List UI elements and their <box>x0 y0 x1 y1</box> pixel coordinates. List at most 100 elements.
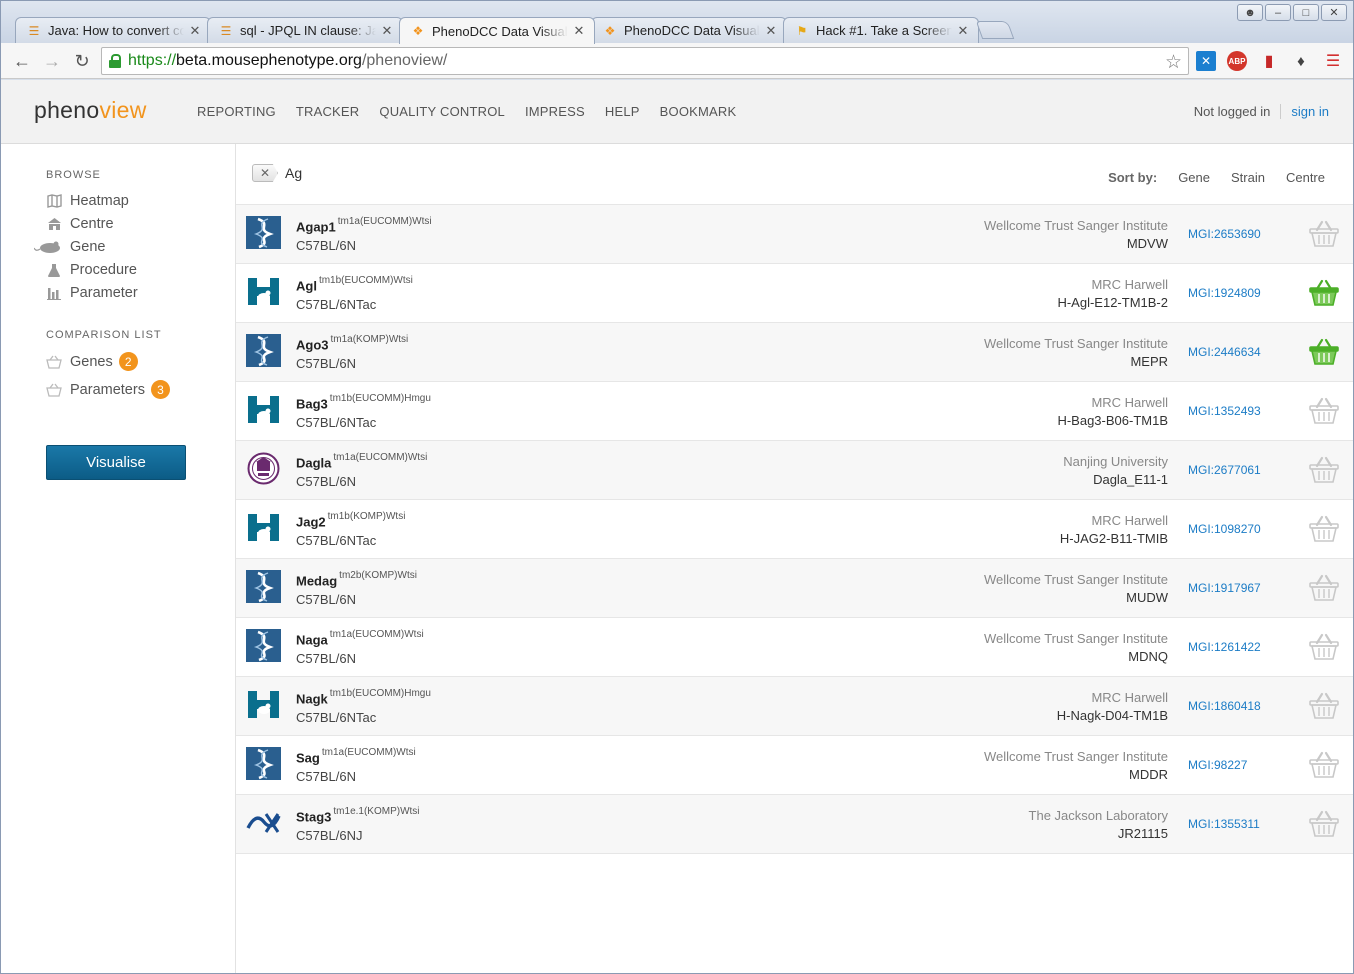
visualise-button[interactable]: Visualise <box>46 445 186 480</box>
mgi-link[interactable]: MGI:1261422 <box>1188 640 1261 654</box>
result-row[interactable]: Agap1 tm1a(EUCOMM)Wtsi C57BL/6N Wellcome Tr… <box>236 205 1353 264</box>
gene-symbol[interactable]: Naga tm1a(EUCOMM)Wtsi <box>296 629 424 647</box>
evernote-icon[interactable]: ♦ <box>1291 51 1311 71</box>
nav-tracker[interactable]: TRACKER <box>296 104 360 119</box>
sort-by-strain[interactable]: Strain <box>1231 170 1265 185</box>
centre-name: The Jackson Laboratory <box>1028 808 1168 823</box>
add-to-basket-icon[interactable] <box>1309 574 1339 602</box>
adblock-icon[interactable]: ABP <box>1227 51 1247 71</box>
gene-symbol[interactable]: Dagla tm1a(EUCOMM)Wtsi <box>296 452 427 470</box>
centre-name: MRC Harwell <box>1091 513 1168 528</box>
address-bar[interactable]: https://beta.mousephenotype.org/phenovie… <box>101 47 1189 75</box>
new-tab-button[interactable] <box>975 21 1015 39</box>
forward-arrow-icon[interactable]: → <box>41 50 63 72</box>
gene-symbol[interactable]: Jag2 tm1b(KOMP)Wtsi <box>296 511 405 529</box>
result-row[interactable]: Jag2 tm1b(KOMP)Wtsi C57BL/6NTac MRC Harwell… <box>236 500 1353 559</box>
gene-symbol[interactable]: Agl tm1b(EUCOMM)Wtsi <box>296 275 413 293</box>
gene-symbol[interactable]: Ago3 tm1a(KOMP)Wtsi <box>296 334 408 353</box>
sidebar-item-label: Procedure <box>70 262 137 278</box>
add-to-basket-icon[interactable] <box>1309 810 1339 838</box>
close-icon[interactable]: ✕ <box>380 23 394 39</box>
nav-reporting[interactable]: REPORTING <box>197 104 276 119</box>
result-row[interactable]: Dagla tm1a(EUCOMM)Wtsi C57BL/6N Nanjing Uni… <box>236 441 1353 500</box>
star-icon[interactable]: ☆ <box>1165 51 1182 74</box>
gene-symbol[interactable]: Sag tm1a(EUCOMM)Wtsi <box>296 747 416 765</box>
gene-name: Ago3 <box>296 337 329 353</box>
mgi-link[interactable]: MGI:2653690 <box>1188 227 1261 241</box>
sidebar-item-genes-list[interactable]: Genes 2 <box>46 352 138 371</box>
add-to-basket-icon[interactable] <box>1309 456 1339 484</box>
browser-tab[interactable]: ⚑ Hack #1. Take a Screens ✕ <box>783 17 979 43</box>
filter-query: Ag <box>285 165 303 181</box>
result-row[interactable]: Naga tm1a(EUCOMM)Wtsi C57BL/6N Wellcome Tru… <box>236 618 1353 677</box>
add-to-basket-icon[interactable] <box>1309 220 1339 248</box>
close-icon[interactable]: ✕ <box>188 23 202 39</box>
page: phenoview REPORTING TRACKER QUALITY CONT… <box>1 80 1353 973</box>
add-to-basket-icon[interactable] <box>1309 397 1339 425</box>
clear-filter-icon[interactable]: ✕ <box>252 164 278 182</box>
mgi-link[interactable]: MGI:98227 <box>1188 758 1247 772</box>
close-window-button[interactable]: ✕ <box>1321 4 1347 21</box>
menu-icon[interactable]: ☰ <box>1323 51 1343 71</box>
user-icon[interactable]: ☻ <box>1237 4 1263 21</box>
mgi-link[interactable]: MGI:1924809 <box>1188 286 1261 300</box>
result-row[interactable]: Stag3 tm1e.1(KOMP)Wtsi C57BL/6NJ The Jackso… <box>236 795 1353 854</box>
colony-id: Dagla_E11-1 <box>1093 472 1168 487</box>
mgi-link[interactable]: MGI:1352493 <box>1188 404 1261 418</box>
result-row[interactable]: Nagk tm1b(EUCOMM)Hmgu C57BL/6NTac MRC Harwe… <box>236 677 1353 736</box>
browser-tab-active[interactable]: ❖ PhenoDCC Data Visualis ✕ <box>399 17 595 44</box>
gene-symbol[interactable]: Bag3 tm1b(EUCOMM)Hmgu <box>296 393 431 411</box>
close-icon[interactable]: ✕ <box>572 23 586 39</box>
result-row[interactable]: Sag tm1a(EUCOMM)Wtsi C57BL/6N Wellcome Trus… <box>236 736 1353 795</box>
add-to-basket-icon[interactable] <box>1309 515 1339 543</box>
result-row[interactable]: Bag3 tm1b(EUCOMM)Hmgu C57BL/6NTac MRC Harwe… <box>236 382 1353 441</box>
maximize-button[interactable]: □ <box>1293 4 1319 21</box>
result-row[interactable]: Agl tm1b(EUCOMM)Wtsi C57BL/6NTac MRC Harwel… <box>236 264 1353 323</box>
sidebar-item-centre[interactable]: Centre <box>46 216 114 232</box>
mgi-link[interactable]: MGI:2446634 <box>1188 345 1261 359</box>
book-icon[interactable]: ▮ <box>1259 51 1279 71</box>
nav-help[interactable]: HELP <box>605 104 640 119</box>
sidebar-item-procedure[interactable]: Procedure <box>46 262 137 278</box>
mgi-link[interactable]: MGI:2677061 <box>1188 463 1261 477</box>
close-icon[interactable]: ✕ <box>764 23 778 39</box>
nav-quality-control[interactable]: QUALITY CONTROL <box>379 104 505 119</box>
add-to-basket-icon[interactable] <box>1309 692 1339 720</box>
mgi-link[interactable]: MGI:1098270 <box>1188 522 1261 536</box>
sidebar-item-label: Parameters <box>70 381 145 398</box>
browser-tab[interactable]: ❖ PhenoDCC Data Visualis ✕ <box>591 17 787 43</box>
add-to-basket-icon[interactable] <box>1309 633 1339 661</box>
sidebar-item-parameters-list[interactable]: Parameters 3 <box>46 380 170 399</box>
minimize-button[interactable]: – <box>1265 4 1291 21</box>
mgi-link[interactable]: MGI:1917967 <box>1188 581 1261 595</box>
gene-symbol[interactable]: Stag3 tm1e.1(KOMP)Wtsi <box>296 806 420 824</box>
gene-symbol[interactable]: Agap1 tm1a(EUCOMM)Wtsi <box>296 216 432 234</box>
basket-added-icon[interactable] <box>1309 338 1339 366</box>
basket-added-icon[interactable] <box>1309 279 1339 307</box>
browser-tab[interactable]: ☰ sql - JPQL IN clause: Ja ✕ <box>207 17 403 43</box>
back-arrow-icon[interactable]: ← <box>11 50 33 72</box>
close-icon[interactable]: ✕ <box>956 23 970 39</box>
mgi-link[interactable]: MGI:1355311 <box>1188 817 1260 831</box>
sidebar-item-label: Parameter <box>70 285 138 301</box>
result-row[interactable]: Medag tm2b(KOMP)Wtsi C57BL/6N Wellcome Trus… <box>236 559 1353 618</box>
sort-by-centre[interactable]: Centre <box>1286 170 1325 185</box>
nav-bookmark[interactable]: BOOKMARK <box>660 104 737 119</box>
mgi-link[interactable]: MGI:1860418 <box>1188 699 1261 713</box>
sign-in-link[interactable]: sign in <box>1281 104 1329 119</box>
phenoview-logo[interactable]: phenoview <box>34 97 147 124</box>
add-to-basket-icon[interactable] <box>1309 751 1339 779</box>
gene-symbol[interactable]: Nagk tm1b(EUCOMM)Hmgu <box>296 688 431 706</box>
browser-tab[interactable]: ☰ Java: How to convert co ✕ <box>15 17 211 43</box>
sort-by-gene[interactable]: Gene <box>1178 170 1210 185</box>
allele-name: tm1a(EUCOMM)Wtsi <box>329 629 424 640</box>
gene-symbol[interactable]: Medag tm2b(KOMP)Wtsi <box>296 570 417 588</box>
sidebar-item-heatmap[interactable]: Heatmap <box>46 193 129 209</box>
sidebar-item-parameter[interactable]: Parameter <box>46 285 138 301</box>
logo-pheno: pheno <box>34 97 100 123</box>
sidebar-item-gene[interactable]: Gene <box>34 239 105 255</box>
extension-x-icon[interactable]: ✕ <box>1196 51 1216 71</box>
result-row[interactable]: Ago3 tm1a(KOMP)Wtsi C57BL/6N Wellcome Trust… <box>236 323 1353 382</box>
nav-impress[interactable]: IMPRESS <box>525 104 585 119</box>
reload-icon[interactable]: ↻ <box>71 50 93 72</box>
